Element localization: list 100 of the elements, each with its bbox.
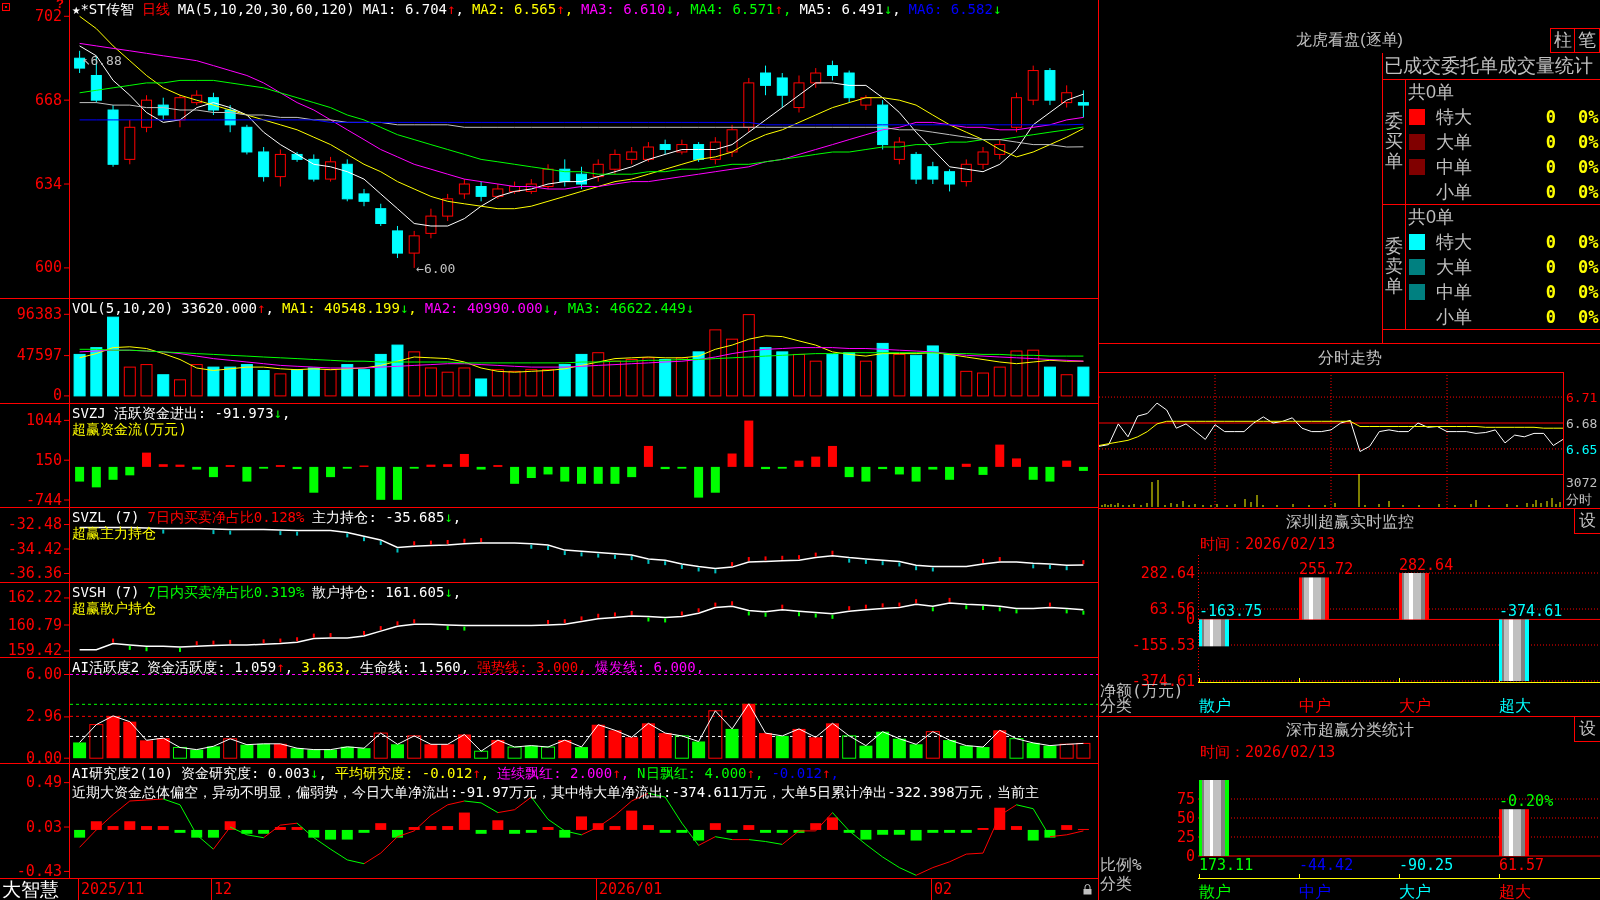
research-bar <box>291 827 303 830</box>
activity-bar <box>140 740 153 759</box>
candle <box>1044 67 1056 106</box>
flow-bar <box>476 466 486 470</box>
candle <box>642 141 654 163</box>
point-marker <box>1048 602 1051 607</box>
flow-bar <box>175 464 185 467</box>
research-bar <box>492 820 504 830</box>
price-annotation: ←6.00 <box>416 260 456 276</box>
flow-bar <box>1062 460 1072 467</box>
research-bar <box>626 810 638 830</box>
flow-bar <box>526 466 536 478</box>
axis-label: 0 <box>52 386 62 403</box>
axis-label: -155.53 <box>1131 636 1195 654</box>
volume-bar <box>759 347 772 397</box>
indicator-caption: 超赢资金流(万元) <box>72 421 187 437</box>
settings-button[interactable]: 设 <box>1574 509 1600 534</box>
category-label: 散户 <box>1199 882 1231 900</box>
mode-button[interactable]: 笔 <box>1575 28 1600 53</box>
candle <box>609 149 621 175</box>
chart-bar <box>1199 619 1229 647</box>
research-bar <box>124 821 136 830</box>
point-marker <box>1065 566 1068 571</box>
activity-bar <box>1026 742 1040 759</box>
candle <box>207 92 219 116</box>
date-label: 2025/11 <box>78 879 145 900</box>
stock-name: ★*ST传智 <box>72 1 134 17</box>
research-bar <box>1011 826 1022 830</box>
candle <box>743 77 755 133</box>
activity-bar <box>474 750 489 759</box>
candle <box>994 139 1006 160</box>
candle <box>1027 65 1039 106</box>
point-marker <box>346 533 349 538</box>
point-marker <box>630 556 633 561</box>
legend-item: 7日内买卖净占比0.319% <box>147 584 305 600</box>
flow-bar <box>744 420 754 467</box>
point-marker <box>998 607 1001 612</box>
research-bar <box>910 829 922 841</box>
point-marker <box>463 538 466 543</box>
candle <box>960 158 972 187</box>
point-marker <box>998 557 1001 562</box>
chart-bar <box>1499 619 1529 681</box>
panel-title: 分时走势 <box>1317 348 1382 368</box>
value-label: 61.57 <box>1499 856 1545 874</box>
volume-bar <box>190 364 203 397</box>
activity-bar <box>491 740 505 759</box>
volume-bar <box>73 353 86 397</box>
research-bar <box>1027 829 1039 841</box>
axis-label: 634 <box>34 174 62 193</box>
point-marker <box>279 531 282 536</box>
volume-bar <box>458 367 471 397</box>
mode-button[interactable]: 柱 <box>1550 28 1575 53</box>
point-marker <box>379 626 382 631</box>
flow-bar <box>342 466 352 469</box>
research-bar <box>207 829 219 838</box>
indicator-caption: 超赢主力持仓 <box>72 525 156 541</box>
flow-bar <box>192 466 202 470</box>
flow-bar <box>911 466 921 482</box>
flow-bar <box>392 466 402 500</box>
research-bar <box>893 829 905 835</box>
activity-bar <box>925 731 940 759</box>
point-marker <box>697 567 700 572</box>
point-marker <box>379 540 382 545</box>
volume-bar <box>224 366 237 397</box>
research-bar <box>509 829 521 834</box>
activity-bar <box>373 732 388 759</box>
legend-item: -0.012↑, <box>771 765 839 781</box>
flow-bar <box>158 464 168 467</box>
flow-bar <box>443 464 453 467</box>
candle <box>341 158 353 202</box>
value-label: 255.72 <box>1299 560 1354 579</box>
point-marker <box>747 557 750 562</box>
order-count: 0 <box>1545 130 1556 153</box>
activity-bar <box>73 742 87 759</box>
point-marker <box>1082 560 1085 565</box>
volume-bar <box>408 351 421 397</box>
order-size-label: 特大 <box>1436 230 1472 253</box>
point-marker <box>798 555 800 560</box>
volume-bar <box>876 342 889 397</box>
flow-bar <box>660 466 670 470</box>
flow-bar <box>761 466 771 470</box>
volume-bar <box>240 364 253 397</box>
candle <box>592 158 604 183</box>
legend-item: 连续飘红: 2.000↑, <box>497 765 630 781</box>
axis-label: 50 <box>1176 809 1195 827</box>
research-bar <box>576 816 587 830</box>
point-marker <box>312 633 315 638</box>
flow-bar <box>1078 466 1088 471</box>
research-bar <box>726 829 738 833</box>
research-bar <box>760 829 772 833</box>
settings-button[interactable]: 设 <box>1574 717 1600 742</box>
legend-item: MA2: 40990.000↓, <box>424 300 560 316</box>
point-marker <box>446 626 449 630</box>
activity-bar <box>424 744 438 759</box>
candle <box>893 136 905 165</box>
axis-label: -36.36 <box>7 564 62 582</box>
volume-bar <box>341 364 354 397</box>
activity-bar <box>876 731 890 759</box>
activity-bar <box>943 740 957 759</box>
point-marker <box>814 613 817 618</box>
